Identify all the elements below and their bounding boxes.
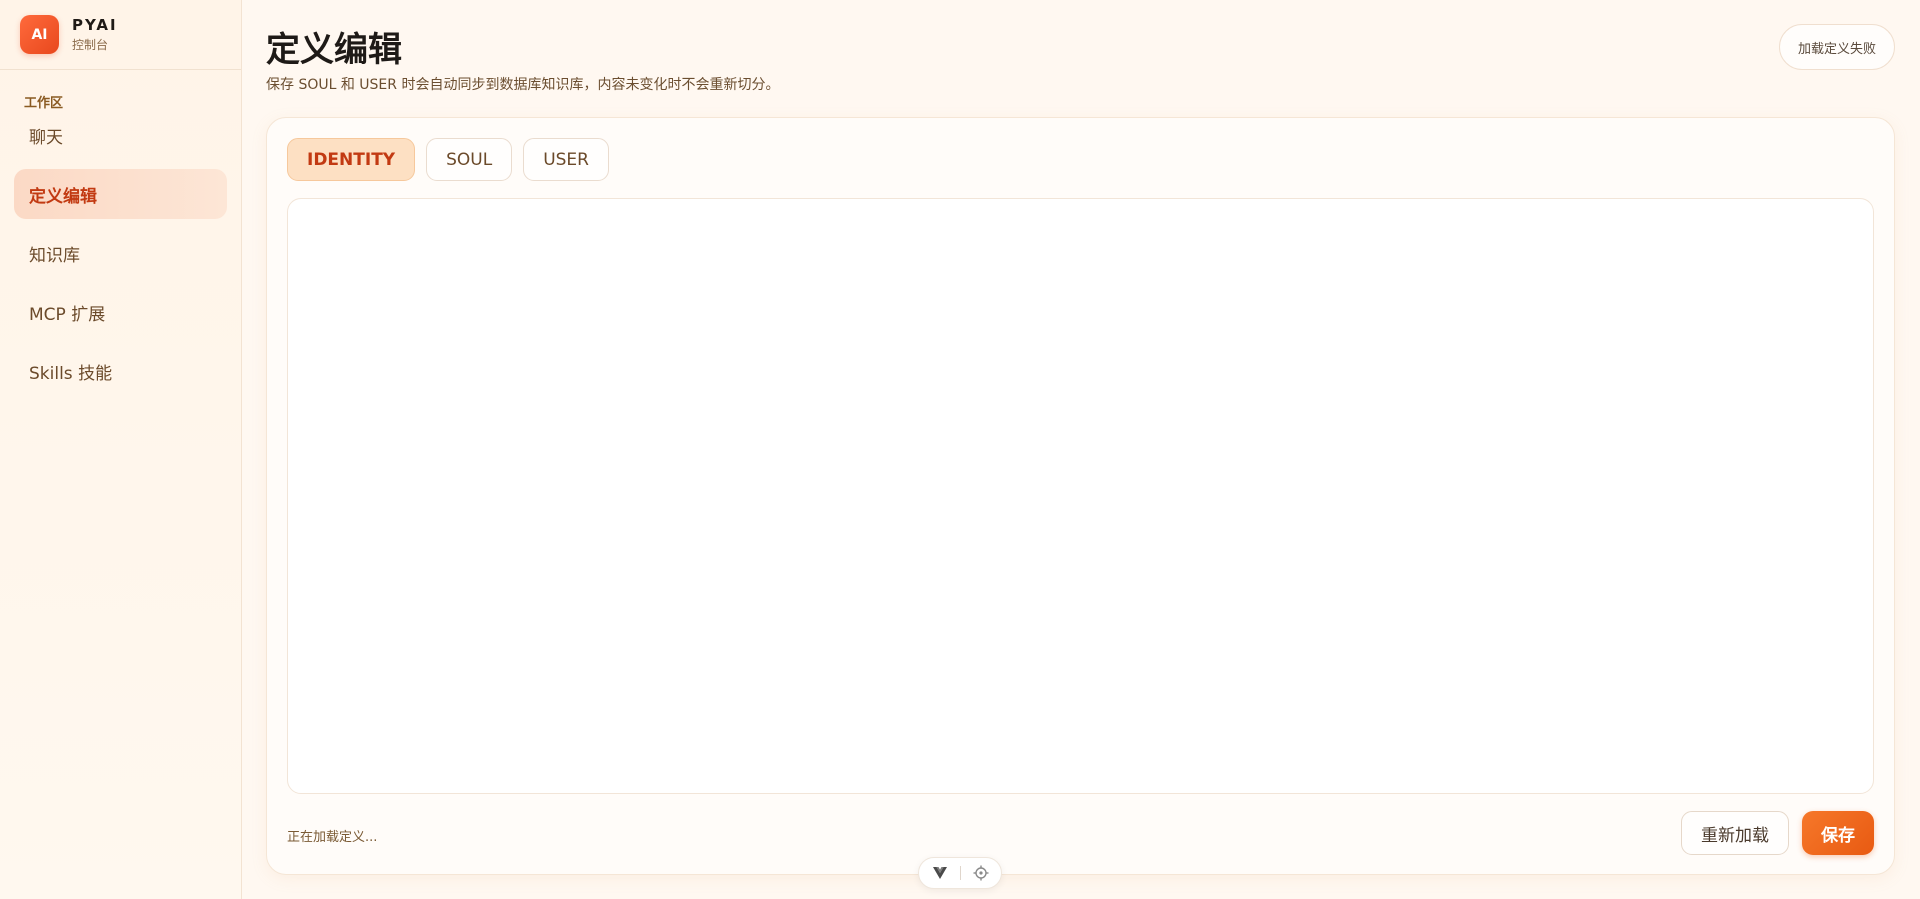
sidebar-item-chat[interactable]: 聊天 <box>14 110 227 160</box>
brand: AI PYAI 控制台 <box>0 0 241 70</box>
brand-subtitle: 控制台 <box>72 38 109 52</box>
sidebar: AI PYAI 控制台 工作区 聊天 定义编辑 知识库 MCP 扩展 Skill… <box>0 0 242 899</box>
sidebar-section-label: 工作区 <box>24 96 64 111</box>
toolbar-divider <box>959 866 961 880</box>
sidebar-item-skills[interactable]: Skills 技能 <box>14 346 227 396</box>
definition-editor-textarea[interactable] <box>287 198 1874 794</box>
tab-identity[interactable]: IDENTITY <box>287 138 416 181</box>
brand-name: PYAI <box>72 16 118 34</box>
page-header: 定义编辑 保存 SOUL 和 USER 时会自动同步到数据库知识库，内容未变化时… <box>266 0 1895 117</box>
app-root: AI PYAI 控制台 工作区 聊天 定义编辑 知识库 MCP 扩展 Skill… <box>0 0 1920 899</box>
main-content: 定义编辑 保存 SOUL 和 USER 时会自动同步到数据库知识库，内容未变化时… <box>242 0 1920 899</box>
save-button[interactable]: 保存 <box>1802 811 1874 855</box>
tab-soul[interactable]: SOUL <box>426 138 513 181</box>
tab-user[interactable]: USER <box>523 138 609 181</box>
target-icon[interactable] <box>972 864 990 882</box>
brand-text: PYAI 控制台 <box>72 16 118 53</box>
page-title: 定义编辑 <box>266 30 402 70</box>
sidebar-item-knowledge-base[interactable]: 知识库 <box>14 228 227 278</box>
sidebar-nav: 聊天 定义编辑 知识库 MCP 扩展 Skills 技能 <box>0 110 241 396</box>
sidebar-item-definition-editor[interactable]: 定义编辑 <box>14 169 227 219</box>
page-subtitle: 保存 SOUL 和 USER 时会自动同步到数据库知识库，内容未变化时不会重新切… <box>266 77 780 93</box>
loading-status-text: 正在加载定义... <box>287 830 378 845</box>
vue-devtools-icon[interactable] <box>931 864 949 882</box>
brand-logo: AI <box>20 15 59 54</box>
editor-card: IDENTITY SOUL USER 正在加载定义... 重新加载 保存 <box>266 117 1895 875</box>
devtools-mini-toolbar <box>918 857 1002 889</box>
editor-actions: 重新加载 保存 <box>1681 811 1874 855</box>
definition-tabs: IDENTITY SOUL USER <box>287 138 609 181</box>
sidebar-item-mcp-extensions[interactable]: MCP 扩展 <box>14 287 227 337</box>
status-badge: 加载定义失败 <box>1778 24 1895 70</box>
reload-button[interactable]: 重新加载 <box>1681 811 1789 855</box>
